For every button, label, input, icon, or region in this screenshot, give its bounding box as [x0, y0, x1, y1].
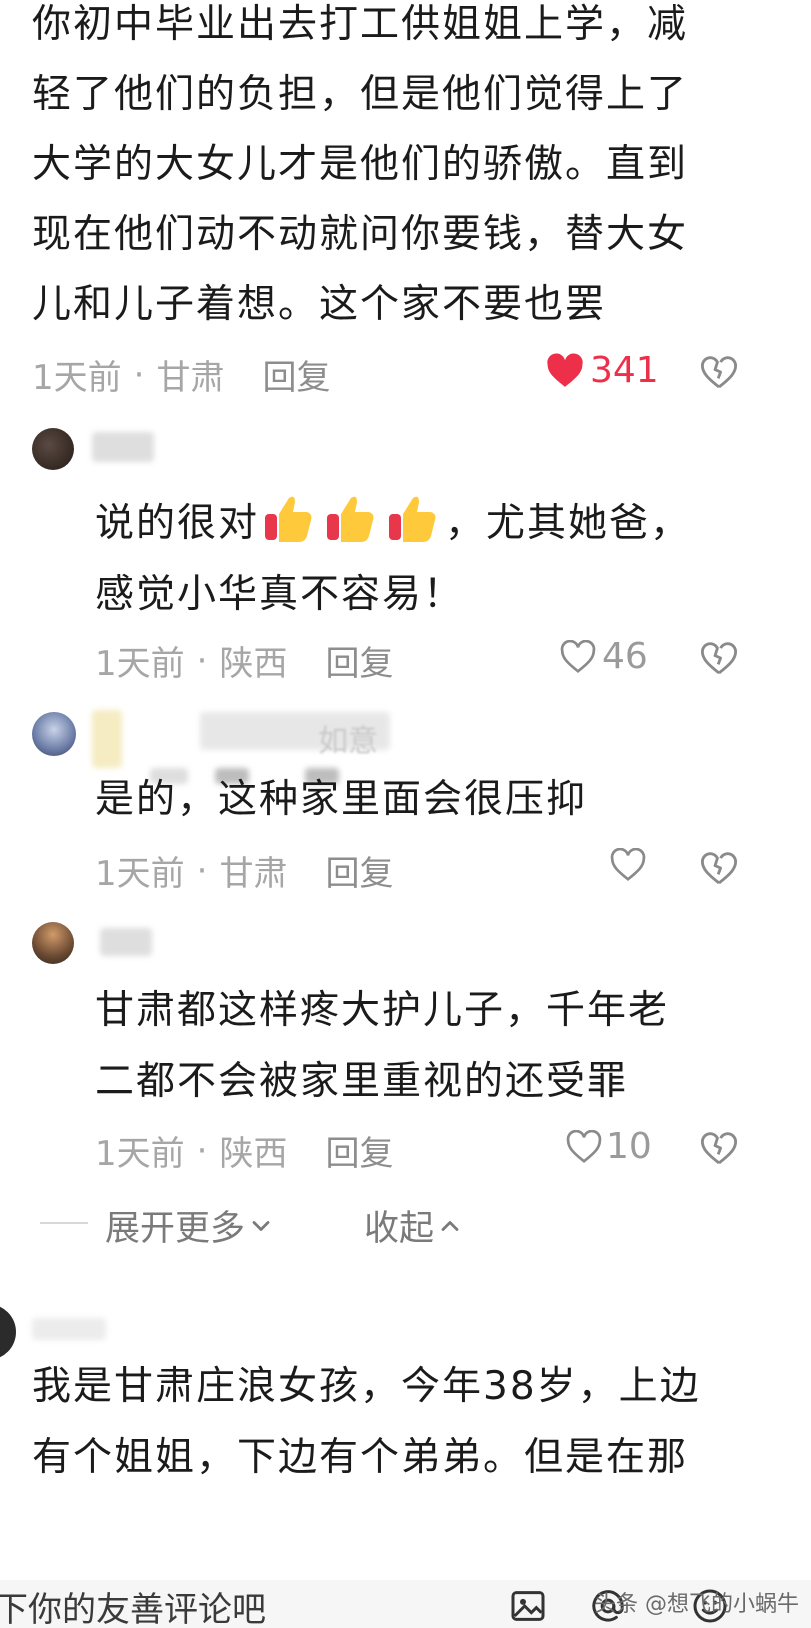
username-redacted	[92, 710, 122, 768]
username-redacted	[100, 928, 152, 956]
comment-1-line: 儿和儿子着想。这个家不要也罢	[32, 282, 607, 327]
comment-4-line: 甘肃都这样疼大护儿子，千年老	[95, 988, 670, 1033]
heart-icon	[560, 639, 596, 673]
comment-1-line: 轻了他们的负担，但是他们觉得上了	[32, 72, 689, 117]
dislike-heart-icon[interactable]	[700, 354, 738, 390]
reply-button[interactable]: 回复	[325, 1126, 393, 1175]
avatar[interactable]	[0, 1304, 16, 1360]
comment-4-text: 甘肃都这样疼大护儿子，千年老 二都不会被家里重视的还受罪	[95, 986, 669, 1106]
image-icon[interactable]	[508, 1586, 548, 1626]
chevron-down-icon	[252, 1220, 270, 1231]
comment-location: 甘肃	[156, 358, 225, 398]
username-fragment: 如意	[318, 724, 378, 759]
username-redacted	[92, 432, 154, 462]
comment-2-text: 说的很对 ，尤其她爸， 感觉小华真不容易！	[95, 490, 691, 619]
comment-1-line: 现在他们动不动就问你要钱，替大女	[32, 212, 689, 257]
comment-4-line: 二都不会被家里重视的还受罪	[95, 1059, 629, 1104]
reply-button[interactable]: 回复	[325, 846, 393, 895]
heart-icon	[566, 1129, 602, 1163]
comment-location: 陕西	[219, 1134, 288, 1174]
comment-5-text: 我是甘肃庄浪女孩，今年38岁，上边 有个姐姐，下边有个弟弟。但是在那	[32, 1362, 701, 1482]
collapse-button[interactable]: 收起	[364, 1200, 464, 1251]
heart-icon	[610, 848, 646, 881]
username-redacted	[32, 1318, 106, 1340]
like-count: 341	[590, 350, 659, 391]
comment-3-text: 是的，这种家里面会很压抑	[95, 775, 587, 824]
like-button[interactable]: 341	[546, 350, 659, 391]
dislike-heart-icon[interactable]	[700, 850, 738, 886]
comment-2-meta: 1天前 · 陕西 回复	[95, 636, 393, 685]
thumbs-up-emoji	[259, 496, 321, 546]
comment-time: 1天前	[32, 358, 122, 398]
like-count: 46	[602, 636, 648, 677]
comment-input-bar: 下你的友善评论吧 头条 @想飞的小蜗牛	[0, 1580, 811, 1628]
avatar[interactable]	[32, 922, 74, 964]
thumbs-up-emoji	[383, 496, 445, 546]
like-button[interactable]	[610, 848, 646, 882]
comment-2-line: 感觉小华真不容易！	[95, 572, 465, 617]
comment-5-line: 有个姐姐，下边有个弟弟。但是在那	[32, 1435, 689, 1480]
chevron-up-icon	[441, 1220, 459, 1231]
comment-3-line: 是的，这种家里面会很压抑	[95, 777, 588, 822]
reply-button[interactable]: 回复	[325, 636, 393, 685]
comment-3-meta: 1天前 · 甘肃 回复	[95, 846, 393, 895]
comment-1-meta: 1天前 · 甘肃 回复	[32, 350, 330, 399]
reply-button[interactable]: 回复	[262, 350, 330, 399]
comment-time: 1天前	[95, 854, 185, 894]
comment-1-text: 你初中毕业出去打工供姐姐上学，减 轻了他们的负担，但是他们觉得上了 大学的大女儿…	[32, 0, 688, 329]
comment-1-line: 你初中毕业出去打工供姐姐上学，减	[32, 2, 689, 47]
comment-input[interactable]: 下你的友善评论吧	[0, 1582, 266, 1628]
comment-1-line: 大学的大女儿才是他们的骄傲。直到	[32, 142, 689, 187]
expand-more-button[interactable]: 展开更多	[105, 1200, 275, 1251]
heart-icon	[547, 352, 583, 387]
expand-divider	[40, 1222, 88, 1224]
dislike-heart-icon[interactable]	[700, 640, 738, 676]
like-count: 10	[606, 1126, 652, 1167]
avatar[interactable]	[32, 712, 76, 756]
avatar[interactable]	[32, 428, 74, 470]
comment-time: 1天前	[95, 1134, 185, 1174]
comment-5-line: 我是甘肃庄浪女孩，今年38岁，上边	[32, 1364, 701, 1409]
watermark: 头条 @想飞的小蜗牛	[594, 1592, 799, 1617]
comment-time: 1天前	[95, 644, 185, 684]
dislike-heart-icon[interactable]	[700, 1130, 738, 1166]
like-button[interactable]: 10	[566, 1126, 652, 1167]
comment-location: 陕西	[219, 644, 288, 684]
thumbs-up-emoji	[321, 496, 383, 546]
comment-4-meta: 1天前 · 陕西 回复	[95, 1126, 393, 1175]
like-button[interactable]: 46	[560, 636, 648, 677]
comment-location: 甘肃	[219, 854, 288, 894]
comment-2-line: 说的很对 ，尤其她爸，	[95, 490, 691, 548]
